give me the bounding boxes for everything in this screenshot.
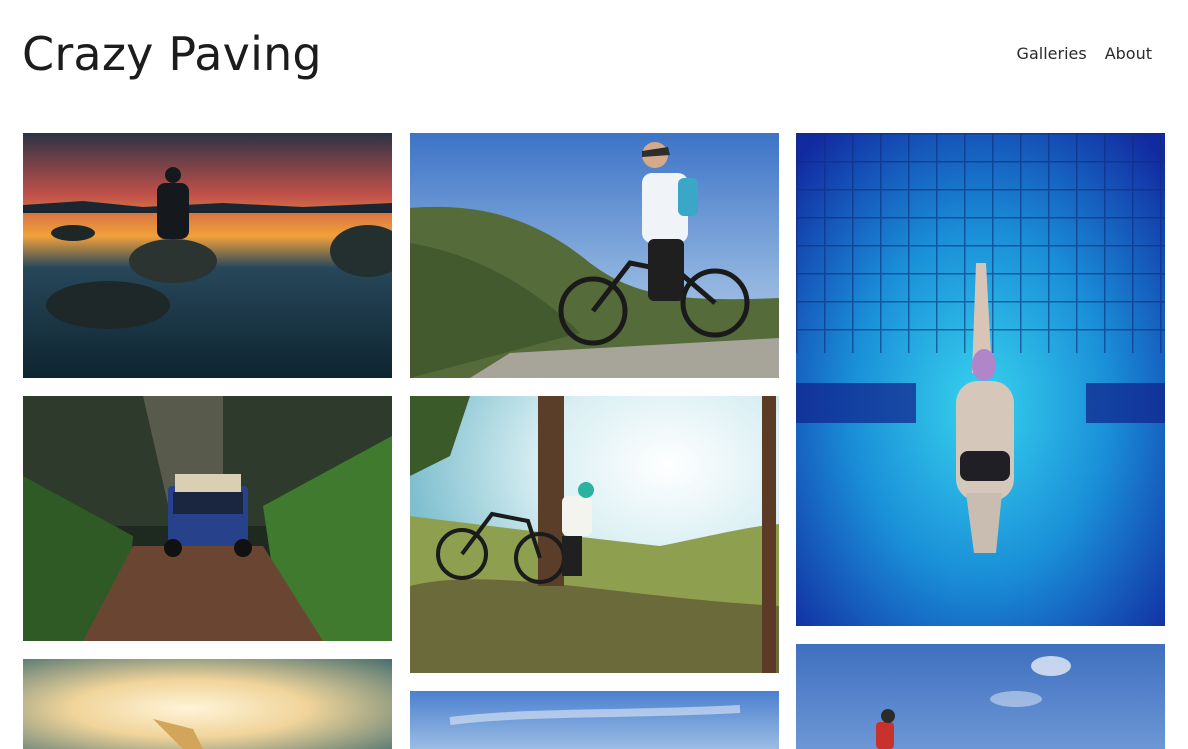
gallery-photo-blue-landscape[interactable] — [410, 691, 779, 749]
main-nav: Galleries About — [1017, 44, 1152, 63]
photo-image — [23, 133, 392, 378]
gallery-photo-forest-jeep[interactable] — [23, 396, 392, 641]
site-title[interactable]: Crazy Paving — [22, 26, 322, 82]
gallery-photo-tree-bicycle[interactable] — [410, 396, 779, 673]
gallery-photo-sunlit-sky[interactable] — [23, 659, 392, 749]
photo-image — [410, 133, 779, 378]
photo-image — [23, 396, 392, 641]
photo-image — [796, 133, 1165, 626]
gallery-photo-mountain-cyclist[interactable] — [410, 133, 779, 378]
photo-image — [410, 691, 779, 749]
photo-image — [796, 644, 1165, 749]
photo-image — [23, 659, 392, 749]
nav-about-link[interactable]: About — [1105, 44, 1152, 63]
site-header: Crazy Paving Galleries About — [0, 0, 1188, 110]
photo-image — [410, 396, 779, 673]
nav-galleries-link[interactable]: Galleries — [1017, 44, 1087, 63]
gallery-photo-swimmer-pool[interactable] — [796, 133, 1165, 626]
gallery-photo-sunset-lake[interactable] — [23, 133, 392, 378]
gallery-photo-climber-sky[interactable] — [796, 644, 1165, 749]
